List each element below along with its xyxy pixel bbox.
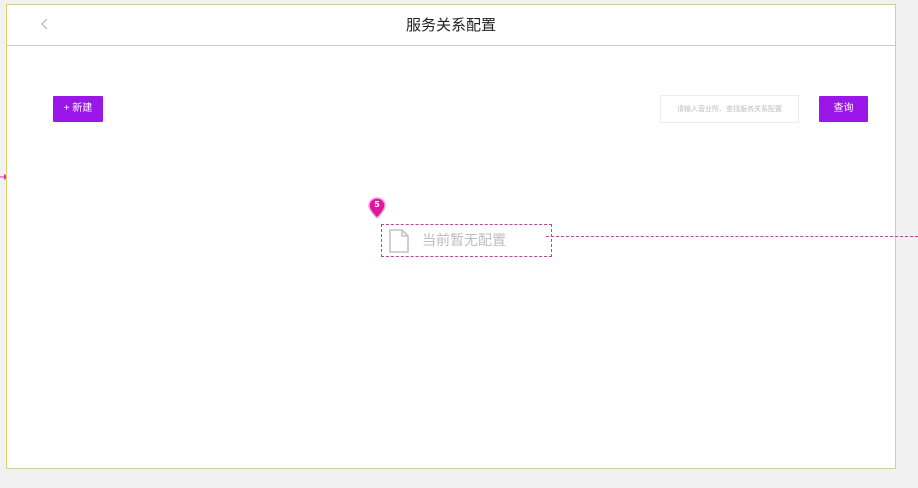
back-button[interactable] [35,15,55,35]
search-input[interactable] [660,95,799,123]
annotation-marker-number: 5 [374,200,380,209]
chevron-left-icon [41,18,48,30]
new-button[interactable]: + 新建 [53,96,103,122]
empty-state-text: 当前暂无配置 [422,233,506,249]
empty-state: 当前暂无配置 [381,224,552,257]
header-bar: 服务关系配置 [7,5,895,46]
annotation-connector-line [546,236,918,237]
page-title: 服务关系配置 [405,16,496,34]
annotation-marker: 5 [368,197,386,219]
document-icon [389,229,409,253]
canvas: 服务关系配置 + 新建 查询 当前暂无配置 5 [0,0,918,488]
query-button[interactable]: 查询 [819,96,868,122]
